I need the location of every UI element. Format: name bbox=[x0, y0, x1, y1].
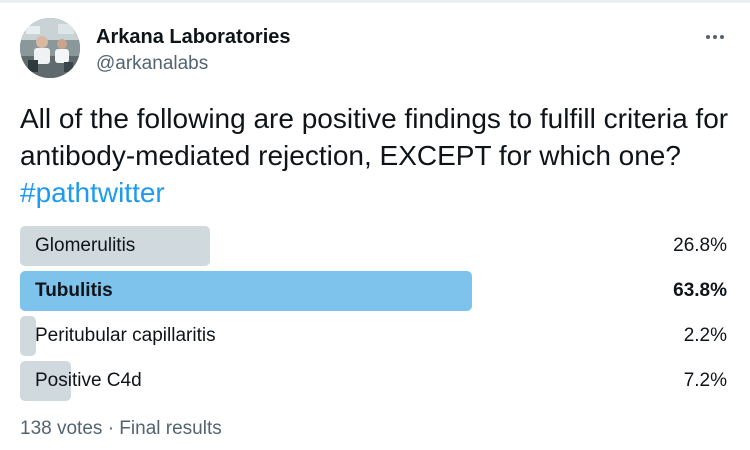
poll-option-percent: 7.2% bbox=[683, 370, 727, 391]
poll-option-label: Positive C4d bbox=[35, 370, 142, 391]
tweet-text: All of the following are positive findin… bbox=[20, 100, 732, 211]
poll-option-tubulitis: Tubulitis 63.8% bbox=[20, 271, 730, 311]
poll-option-label: Tubulitis bbox=[35, 280, 113, 301]
account-names: Arkana Laboratories @arkanalabs bbox=[96, 25, 291, 76]
poll-option-label: Peritubular capillaritis bbox=[35, 325, 216, 346]
tweet-body: All of the following are positive findin… bbox=[20, 103, 729, 171]
poll-status: Final results bbox=[119, 418, 222, 439]
vote-count: 138 votes bbox=[20, 418, 103, 439]
tweet-header: Arkana Laboratories @arkanalabs bbox=[20, 18, 730, 82]
avatar[interactable] bbox=[20, 18, 80, 78]
meta-separator: · bbox=[107, 418, 115, 439]
poll: Glomerulitis 26.8% Tubulitis 63.8% Perit… bbox=[20, 226, 730, 406]
more-options-button[interactable] bbox=[702, 26, 728, 48]
poll-option-positive-c4d: Positive C4d 7.2% bbox=[20, 361, 730, 401]
poll-option-label: Glomerulitis bbox=[35, 235, 136, 256]
more-horizontal-icon bbox=[706, 35, 724, 39]
poll-option-percent: 63.8% bbox=[673, 280, 727, 301]
top-divider bbox=[0, 0, 750, 3]
lab-photo-icon bbox=[20, 18, 80, 78]
poll-option-percent: 2.2% bbox=[683, 325, 727, 346]
poll-option-peritubular-capillaritis: Peritubular capillaritis 2.2% bbox=[20, 316, 730, 356]
poll-option-glomerulitis: Glomerulitis 26.8% bbox=[20, 226, 730, 266]
poll-footer: 138 votes · Final results bbox=[20, 418, 222, 440]
poll-option-percent: 26.8% bbox=[673, 235, 727, 256]
display-name[interactable]: Arkana Laboratories bbox=[96, 25, 291, 49]
poll-bar bbox=[20, 316, 36, 356]
account-handle[interactable]: @arkanalabs bbox=[96, 52, 291, 76]
hashtag-link[interactable]: #pathtwitter bbox=[20, 177, 165, 208]
